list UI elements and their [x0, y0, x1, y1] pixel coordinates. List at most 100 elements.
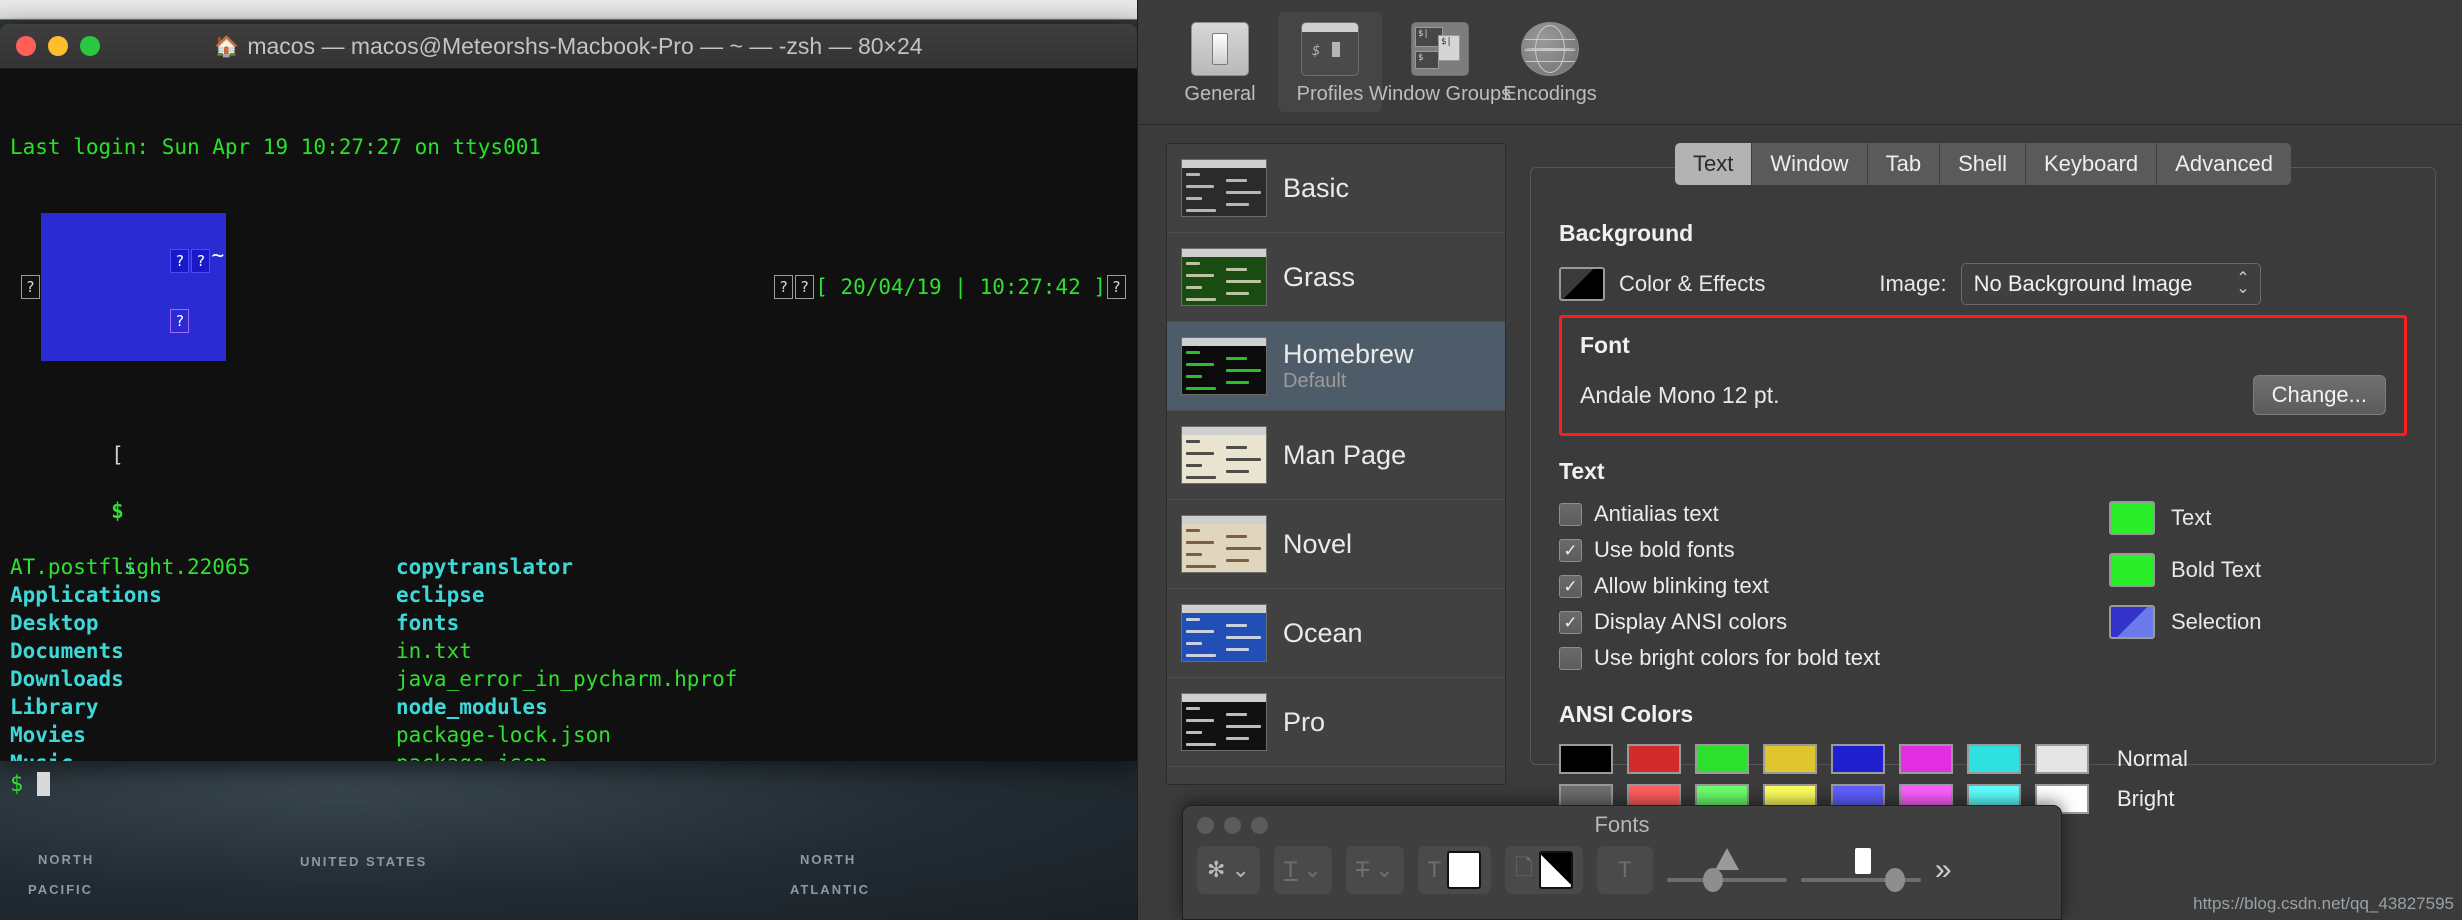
settings-tabbar[interactable]: Text Window Tab Shell Keyboard Advanced	[1530, 143, 2436, 185]
profile-row-grass[interactable]: Grass	[1167, 233, 1505, 322]
fonts-panel[interactable]: Fonts ✻ ⌄ T ⌄ T ⌄ T 🗋 T »	[1182, 805, 2062, 920]
checkbox-antialias-text[interactable]: ✓ Antialias text	[1559, 501, 2029, 527]
tab-keyboard[interactable]: Keyboard	[2025, 143, 2158, 185]
ansi-color-swatch[interactable]	[2035, 744, 2089, 774]
ansi-color-swatch[interactable]	[1967, 744, 2021, 774]
ansi-color-swatch[interactable]	[1899, 744, 1953, 774]
ansi-color-swatch[interactable]	[1559, 744, 1613, 774]
chevron-down-icon: ⌄	[1375, 857, 1394, 882]
profile-row-basic[interactable]: Basic	[1167, 144, 1505, 233]
terminal-titlebar[interactable]: 🏠 macos — macos@Meteorshs-Macbook-Pro — …	[0, 24, 1137, 69]
toolbar-item-general[interactable]: General	[1168, 12, 1272, 112]
toolbar-item-window-groups[interactable]: $| $| $ Window Groups	[1369, 12, 1511, 112]
toolbar-label: General	[1184, 83, 1256, 105]
checkbox-display-ansi-colors[interactable]: ✓ Display ANSI colors	[1559, 609, 2029, 635]
tab-advanced[interactable]: Advanced	[2157, 143, 2292, 185]
gear-menu-button[interactable]: ✻ ⌄	[1197, 846, 1260, 894]
color-row-selection: Selection	[2109, 605, 2262, 639]
ansi-row-label: Normal	[2117, 746, 2188, 771]
text-color-button[interactable]: T	[1417, 846, 1492, 894]
fonts-panel-titlebar[interactable]: Fonts	[1183, 806, 2061, 844]
shadow-blur-slider[interactable]	[1666, 846, 1787, 894]
color-swatch[interactable]	[2109, 605, 2155, 639]
profile-row-novel[interactable]: Novel	[1167, 500, 1505, 589]
ansi-color-swatch[interactable]	[1763, 744, 1817, 774]
ls-entry: copytranslator	[396, 555, 574, 579]
tab-text[interactable]: Text	[1674, 143, 1753, 185]
tab-tab[interactable]: Tab	[1867, 143, 1941, 185]
profile-name-block: Grass	[1283, 262, 1355, 293]
window-groups-icon: $| $| $	[1411, 22, 1469, 76]
checkbox-label: Display ANSI colors	[1594, 609, 1788, 634]
color-swatch[interactable]	[1538, 851, 1573, 889]
background-color-swatch[interactable]	[1559, 267, 1605, 301]
terminal-line-login: Last login: Sun Apr 19 10:27:27 on ttys0…	[10, 135, 542, 159]
slider-track[interactable]	[1666, 878, 1787, 882]
shadow-offset-slider[interactable]	[1800, 846, 1921, 894]
background-image-select[interactable]: No Background Image ⌃ ⌄	[1960, 263, 2261, 305]
fonts-panel-title: Fonts	[1594, 812, 1650, 837]
overflow-button[interactable]: »	[1935, 853, 1952, 887]
ls-entry: Applications	[10, 583, 162, 607]
image-label: Image:	[1879, 271, 1947, 296]
shadow-button[interactable]: T	[1596, 846, 1653, 894]
color-swatch[interactable]	[2109, 553, 2155, 587]
profile-thumbnail	[1181, 248, 1267, 306]
ansi-color-swatch[interactable]	[1695, 744, 1749, 774]
checkbox-use-bold-fonts[interactable]: ✓ Use bold fonts	[1559, 537, 2029, 563]
document-color-button[interactable]: 🗋	[1505, 846, 1583, 894]
strikethrough-menu-button[interactable]: T ⌄	[1345, 846, 1404, 894]
profiles-icon: $	[1301, 22, 1359, 76]
profile-row-ocean[interactable]: Ocean	[1167, 589, 1505, 678]
wallpaper-label: PACIFIC	[28, 882, 94, 897]
font-heading: Font	[1580, 332, 1630, 358]
profile-name: Basic	[1283, 172, 1350, 203]
profile-name-block: Pro	[1283, 707, 1325, 738]
prompt-dollar: $	[111, 499, 124, 523]
profile-row-man-page[interactable]: Man Page	[1167, 411, 1505, 500]
text-color-swatches: Text Bold Text Selection	[2109, 501, 2262, 681]
ansi-color-swatch[interactable]	[1831, 744, 1885, 774]
terminal-content[interactable]: Last login: Sun Apr 19 10:27:27 on ttys0…	[0, 69, 1137, 761]
color-swatch[interactable]	[1447, 851, 1482, 889]
profile-row-homebrew[interactable]: Homebrew Default	[1167, 322, 1505, 411]
font-row: Andale Mono 12 pt. Change...	[1580, 375, 2386, 415]
toolbar-item-profiles[interactable]: $ Profiles	[1278, 12, 1382, 112]
fonts-toolbar[interactable]: ✻ ⌄ T ⌄ T ⌄ T 🗋 T »	[1183, 844, 2061, 896]
text-heading: Text	[1559, 458, 1605, 484]
profile-row-pro[interactable]: Pro	[1167, 678, 1505, 767]
background-image-value: No Background Image	[1973, 271, 2193, 296]
checkbox-allow-blinking-text[interactable]: ✓ Allow blinking text	[1559, 573, 2029, 599]
profile-name-block: Novel	[1283, 529, 1352, 560]
checkbox-icon[interactable]: ✓	[1559, 538, 1582, 562]
ls-entry: Library	[10, 695, 99, 719]
toolbar-item-encodings[interactable]: Encodings	[1498, 12, 1602, 112]
ls-row: Movies package-lock.json	[10, 721, 1127, 749]
color-swatch[interactable]	[2109, 501, 2155, 535]
color-label: Bold Text	[2171, 557, 2262, 582]
checkbox-use-bright-colors-for-bold-text[interactable]: ✓ Use bright colors for bold text	[1559, 645, 2029, 671]
checkbox-icon[interactable]: ✓	[1559, 502, 1582, 526]
terminal-preferences-window[interactable]: General $ Profiles $| $| $ Window Groups…	[1137, 0, 2462, 920]
profile-thumbnail	[1181, 515, 1267, 573]
tab-shell[interactable]: Shell	[1940, 143, 2026, 185]
missing-glyph-icon: ?	[191, 249, 211, 273]
missing-glyph-icon: ?	[1107, 275, 1126, 299]
terminal-window[interactable]: 🏠 macos — macos@Meteorshs-Macbook-Pro — …	[0, 24, 1137, 761]
underline-menu-button[interactable]: T ⌄	[1273, 846, 1332, 894]
slider-knob[interactable]	[1884, 868, 1905, 892]
change-font-button[interactable]: Change...	[2252, 375, 2386, 415]
slider-knob[interactable]	[1702, 868, 1723, 892]
preferences-toolbar[interactable]: General $ Profiles $| $| $ Window Groups…	[1138, 0, 2462, 125]
tab-window[interactable]: Window	[1752, 143, 1868, 185]
home-icon: 🏠	[214, 35, 240, 58]
profiles-list[interactable]: Basic Grass Homebrew Default Man Page Novel Oc…	[1166, 143, 1506, 785]
wallpaper-label: NORTH	[38, 852, 95, 867]
checkbox-icon[interactable]: ✓	[1559, 646, 1582, 670]
ansi-color-swatch[interactable]	[1627, 744, 1681, 774]
checkbox-icon[interactable]: ✓	[1559, 610, 1582, 634]
profile-thumbnail	[1181, 604, 1267, 662]
text-options: ✓ Antialias text ✓ Use bold fonts ✓ Allow bli…	[1559, 501, 2407, 681]
profile-thumbnail	[1181, 426, 1267, 484]
checkbox-icon[interactable]: ✓	[1559, 574, 1582, 598]
